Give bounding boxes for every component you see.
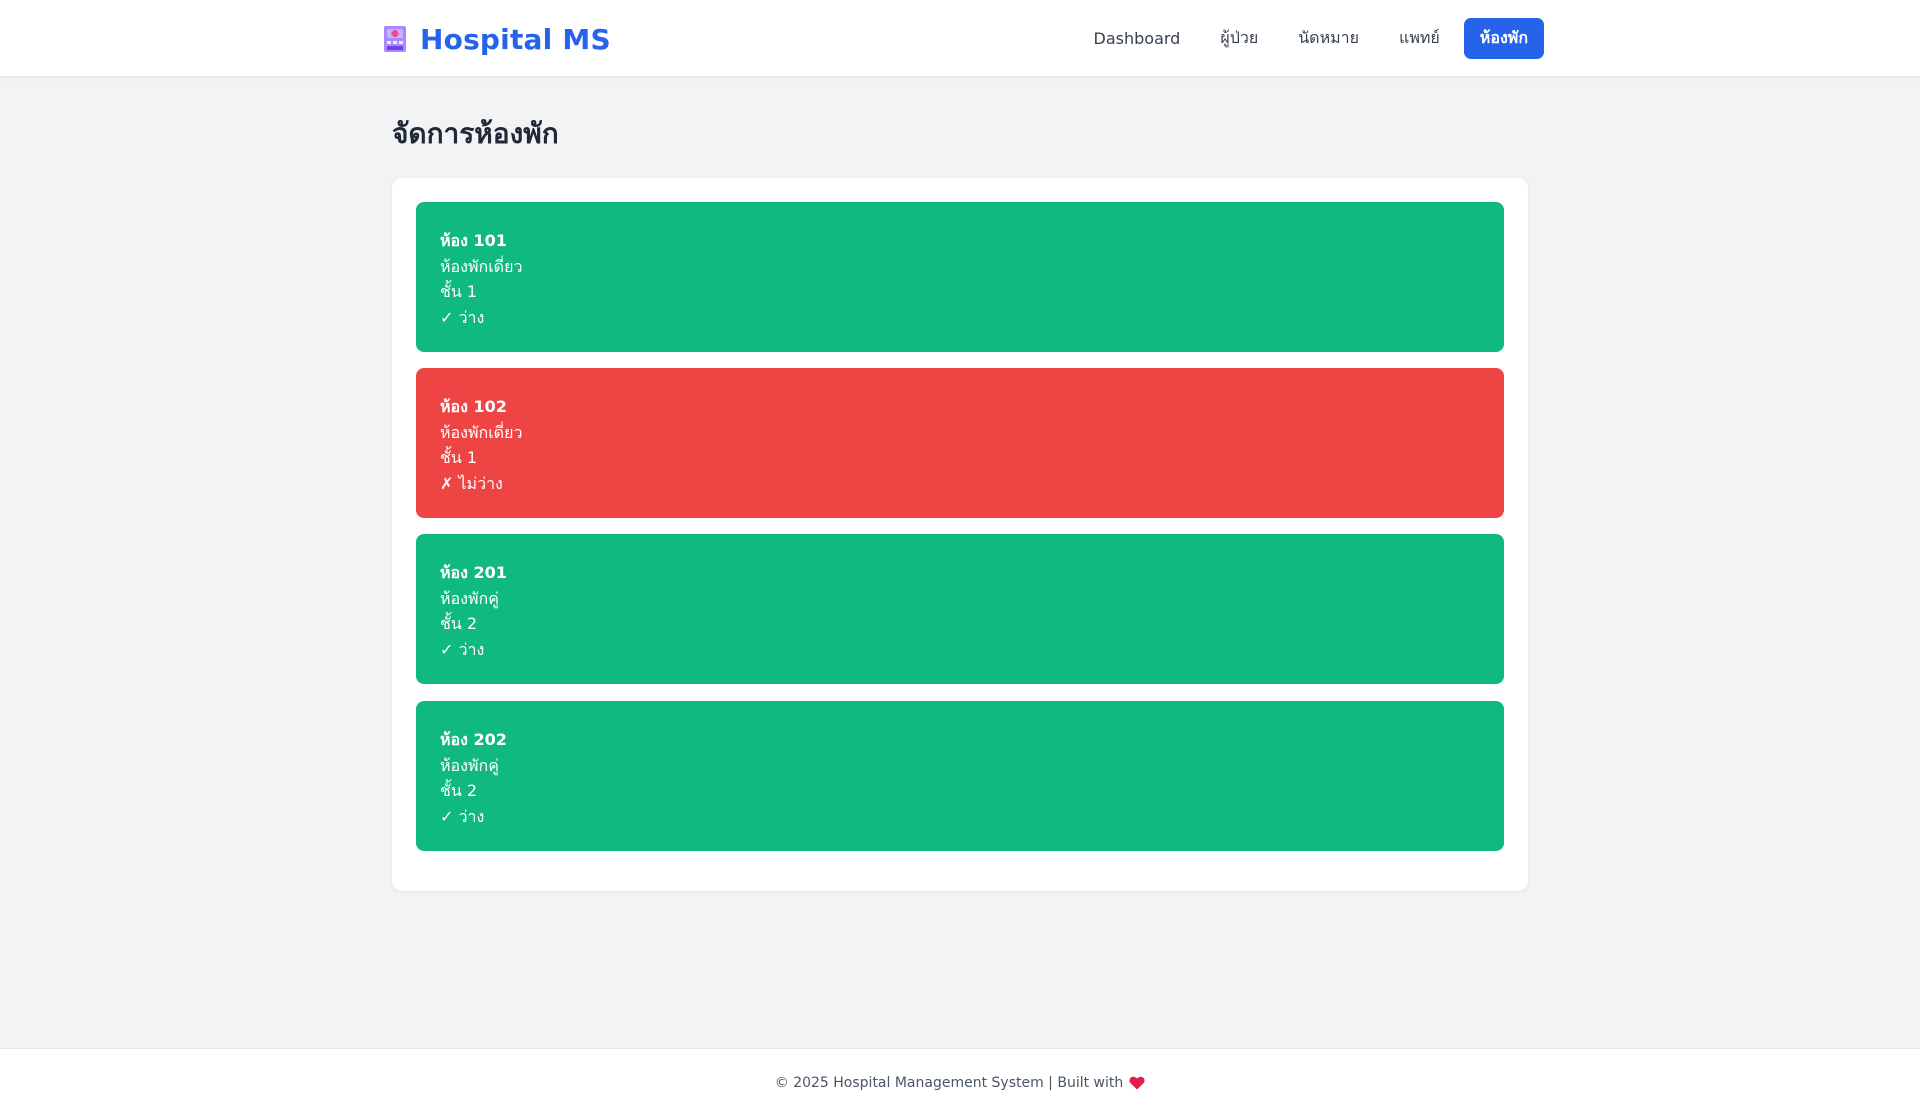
room-card-102[interactable]: ห้อง 102 ห้องพักเดี่ยว ชั้น 1 ✗ ไม่ว่าง: [416, 368, 1504, 518]
nav-dashboard[interactable]: Dashboard: [1078, 18, 1197, 59]
footer-text: © 2025 Hospital Management System | Buil…: [774, 1075, 1124, 1091]
room-name: ห้อง 101: [440, 231, 507, 250]
room-floor: ชั้น 2: [440, 781, 478, 800]
footer: © 2025 Hospital Management System | Buil…: [0, 1048, 1920, 1119]
brand-title: Hospital MS: [420, 22, 611, 56]
room-type: ห้องพักคู่: [440, 588, 499, 608]
room-name: ห้อง 102: [440, 397, 507, 416]
room-type: ห้องพักเดี่ยว: [440, 256, 523, 276]
room-floor: ชั้น 1: [440, 448, 478, 467]
page: Hospital MS Dashboard ผู้ป่วย นัดหมาย แพ…: [0, 0, 1920, 1119]
top-navbar: Hospital MS Dashboard ผู้ป่วย นัดหมาย แพ…: [0, 0, 1920, 77]
room-card-201[interactable]: ห้อง 201 ห้องพักคู่ ชั้น 2 ✓ ว่าง: [416, 534, 1504, 684]
main-nav: Dashboard ผู้ป่วย นัดหมาย แพทย์ ห้องพัก: [1078, 18, 1544, 59]
heart-icon: [1129, 1076, 1145, 1090]
room-card-101[interactable]: ห้อง 101 ห้องพักเดี่ยว ชั้น 1 ✓ ว่าง: [416, 202, 1504, 352]
brand-logo[interactable]: Hospital MS: [382, 21, 611, 57]
room-status: ✓ ว่าง: [440, 806, 485, 826]
room-floor: ชั้น 1: [440, 282, 478, 301]
nav-appointments[interactable]: นัดหมาย: [1282, 18, 1375, 59]
nav-patients[interactable]: ผู้ป่วย: [1204, 18, 1274, 59]
room-status: ✓ ว่าง: [440, 307, 485, 327]
room-status: ✗ ไม่ว่าง: [440, 473, 503, 493]
hospital-icon: [384, 26, 406, 52]
nav-rooms[interactable]: ห้องพัก: [1463, 18, 1544, 59]
room-name: ห้อง 202: [440, 730, 507, 749]
room-status: ✓ ว่าง: [440, 639, 485, 659]
footer-text-wrap: © 2025 Hospital Management System | Buil…: [0, 1075, 1920, 1091]
page-title: จัดการห้องพัก: [392, 117, 559, 150]
room-name: ห้อง 201: [440, 563, 507, 582]
room-card-202[interactable]: ห้อง 202 ห้องพักคู่ ชั้น 2 ✓ ว่าง: [416, 701, 1504, 851]
room-floor: ชั้น 2: [440, 614, 478, 633]
rooms-panel: ห้อง 101 ห้องพักเดี่ยว ชั้น 1 ✓ ว่าง ห้อ…: [392, 178, 1528, 891]
room-type: ห้องพักคู่: [440, 755, 499, 775]
room-type: ห้องพักเดี่ยว: [440, 422, 523, 442]
nav-doctors[interactable]: แพทย์: [1383, 18, 1456, 59]
